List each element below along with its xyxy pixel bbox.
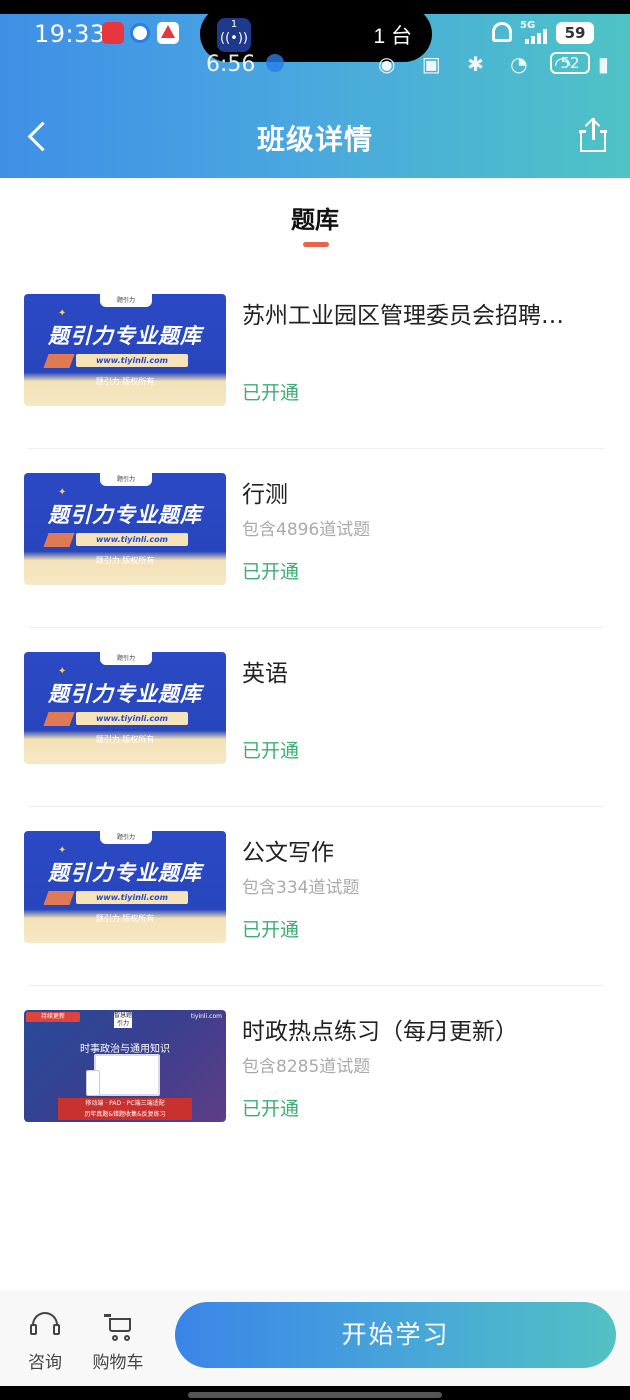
item-count: 包含4896道试题 (242, 520, 371, 540)
item-thumbnail: 题引力 ✦ 题引力专业题库 www.tiyinli.com 题引力 版权所有 (24, 294, 226, 406)
item-title: 行测 (242, 482, 288, 508)
feature-bar: 移动端 · PAD · PC端三端适配 历年真题&错题收集&反复练习 (58, 1098, 192, 1120)
section-underline (303, 242, 329, 247)
app-notification-icon (130, 23, 150, 43)
consult-button[interactable]: 咨询 (15, 1310, 75, 1373)
start-learning-button[interactable]: 开始学习 (175, 1302, 616, 1368)
app-notification-icon (102, 22, 124, 44)
list-item[interactable]: 题引力 ✦ 题引力专业题库 www.tiyinli.com 题引力 版权所有 公… (24, 807, 604, 986)
cart-button[interactable]: 购物车 (88, 1310, 148, 1373)
phone-illustration (86, 1070, 100, 1096)
ghost-battery-indicator: 52 (550, 52, 590, 74)
bell-muted-icon (492, 22, 512, 42)
signal-waves-glyph: ((•)) (220, 31, 248, 46)
radio-signal-icon: 1 ((•)) (217, 18, 251, 52)
status-badge: 已开通 (242, 919, 300, 941)
list-item[interactable]: 持续更新 智慧题引力 tiyinli.com 时事政治与通用知识 移动端 · P… (24, 986, 604, 1165)
item-thumbnail: 题引力 ✦ 题引力专业题库 www.tiyinli.com 题引力 版权所有 (24, 652, 226, 764)
status-badge: 已开通 (242, 561, 300, 583)
monitor-illustration (94, 1054, 160, 1096)
list-item[interactable]: 题引力 ✦ 题引力专业题库 www.tiyinli.com 题引力 版权所有 苏… (24, 270, 604, 449)
bottom-action-bar: 咨询 购物车 开始学习 (0, 1290, 630, 1386)
item-count: 包含8285道试题 (242, 1057, 371, 1077)
headset-icon (30, 1312, 60, 1342)
item-title: 苏州工业园区管理委员会招聘… (242, 303, 564, 329)
location-icon (266, 54, 284, 72)
status-time: 19:33 (34, 20, 106, 48)
shopping-cart-icon (104, 1314, 134, 1342)
item-count: 包含334道试题 (242, 878, 360, 898)
share-icon[interactable] (578, 116, 610, 156)
section-title: 题库 (291, 206, 339, 234)
item-title: 公文写作 (242, 840, 334, 866)
battery-indicator: 59 (556, 22, 594, 44)
item-thumbnail: 持续更新 智慧题引力 tiyinli.com 时事政治与通用知识 移动端 · P… (24, 1010, 226, 1122)
signal-bars-icon (525, 28, 551, 44)
status-badge: 已开通 (242, 382, 300, 404)
item-title: 英语 (242, 661, 288, 687)
item-title: 时政热点练习（每月更新） (242, 1019, 518, 1045)
header: 19:33 1 ((•)) 1 台 6:56 ◉ ▣ ✱ ◔ ◠ ▮ 5G 59… (0, 0, 630, 178)
status-badge: 已开通 (242, 1098, 300, 1120)
list-item[interactable]: 题引力 ✦ 题引力专业题库 www.tiyinli.com 题引力 版权所有 行… (24, 449, 604, 628)
island-app-number: 1 (230, 19, 238, 30)
item-thumbnail: 题引力 ✦ 题引力专业题库 www.tiyinli.com 题引力 版权所有 (24, 831, 226, 943)
consult-label: 咨询 (28, 1353, 62, 1373)
item-thumbnail: 题引力 ✦ 题引力专业题库 www.tiyinli.com 题引力 版权所有 (24, 473, 226, 585)
app-notification-icon (157, 22, 179, 44)
island-text: 1 台 (373, 25, 412, 48)
cart-label: 购物车 (92, 1353, 144, 1373)
list-item[interactable]: 题引力 ✦ 题引力专业题库 www.tiyinli.com 题引力 版权所有 英… (24, 628, 604, 807)
home-indicator[interactable] (188, 1392, 442, 1398)
ghost-time: 6:56 (206, 52, 256, 77)
page-title: 班级详情 (256, 123, 373, 156)
status-badge: 已开通 (242, 740, 300, 762)
